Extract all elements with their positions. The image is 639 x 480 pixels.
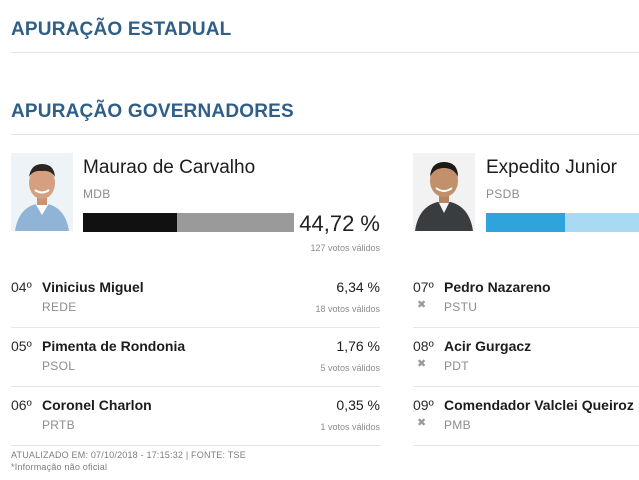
list-item: 07º Pedro Nazareno ✖ PSTU — [413, 269, 639, 328]
candidate-photo-expedito — [413, 153, 475, 231]
candidate-votes: 5 votos válidos — [320, 363, 380, 373]
portrait-icon — [413, 153, 475, 231]
list-item: 09º Comendador Valclei Queiroz ✖ PMB — [413, 387, 639, 446]
leader-votes: 127 votos válidos — [310, 243, 380, 253]
candidate-party: REDE — [42, 300, 77, 314]
leader-name: Expedito Junior — [486, 157, 617, 178]
leader-percent: 44,72 % — [299, 211, 380, 236]
list-item: 06º Coronel Charlon PRTB 0,35 % 1 votos … — [11, 387, 380, 446]
x-icon: ✖ — [417, 417, 427, 429]
candidate-party: PSOL — [42, 359, 76, 373]
candidate-percent: 0,35 % — [336, 397, 380, 413]
vote-progress-bar — [486, 213, 639, 232]
portrait-icon — [11, 153, 73, 231]
candidate-party: PRTB — [42, 418, 75, 432]
candidate-rank: 08º — [413, 338, 434, 354]
vote-bar-fill — [83, 213, 178, 232]
candidate-name: Acir Gurgacz — [444, 338, 532, 354]
vote-bar-fill — [486, 213, 565, 232]
leader-party: PSDB — [486, 187, 520, 201]
divider — [11, 134, 639, 135]
divider — [413, 445, 639, 446]
section-title-state: APURAÇÃO ESTADUAL — [11, 19, 232, 40]
candidate-name: Pedro Nazareno — [444, 279, 551, 295]
x-icon: ✖ — [417, 299, 427, 311]
candidate-percent: 1,76 % — [336, 338, 380, 354]
update-timestamp: ATUALIZADO EM: 07/10/2018 - 17:15:32 | F… — [11, 450, 246, 460]
candidate-party: PDT — [444, 359, 469, 373]
candidate-rank: 04º — [11, 279, 32, 295]
candidate-rank: 06º — [11, 397, 32, 413]
vote-bar-remainder — [177, 213, 294, 232]
candidate-votes: 18 votos válidos — [315, 304, 380, 314]
vote-bar-remainder — [565, 213, 639, 232]
candidate-name: Coronel Charlon — [42, 397, 152, 413]
candidate-rank: 09º — [413, 397, 434, 413]
list-item: 05º Pimenta de Rondonia PSOL 1,76 % 5 vo… — [11, 328, 380, 387]
divider — [11, 52, 639, 53]
x-icon: ✖ — [417, 358, 427, 370]
candidate-party: PSTU — [444, 300, 478, 314]
vote-progress-bar — [83, 213, 294, 232]
section-title-governors: APURAÇÃO GOVERNADORES — [11, 101, 294, 122]
candidate-rank: 07º — [413, 279, 434, 295]
candidate-party: PMB — [444, 418, 471, 432]
candidate-name: Comendador Valclei Queiroz — [444, 397, 634, 413]
list-item: 04º Vinicius Miguel REDE 6,34 % 18 votos… — [11, 269, 380, 328]
candidate-percent: 6,34 % — [336, 279, 380, 295]
unofficial-note: *Informação não oficial — [11, 462, 108, 472]
candidate-rank: 05º — [11, 338, 32, 354]
list-item: 08º Acir Gurgacz ✖ PDT — [413, 328, 639, 387]
leader-name: Maurao de Carvalho — [83, 157, 256, 178]
candidate-name: Vinicius Miguel — [42, 279, 144, 295]
candidate-votes: 1 votos válidos — [320, 422, 380, 432]
leader-party: MDB — [83, 187, 111, 201]
candidate-name: Pimenta de Rondonia — [42, 338, 186, 354]
candidate-photo-maurao — [11, 153, 73, 231]
divider — [11, 445, 380, 446]
